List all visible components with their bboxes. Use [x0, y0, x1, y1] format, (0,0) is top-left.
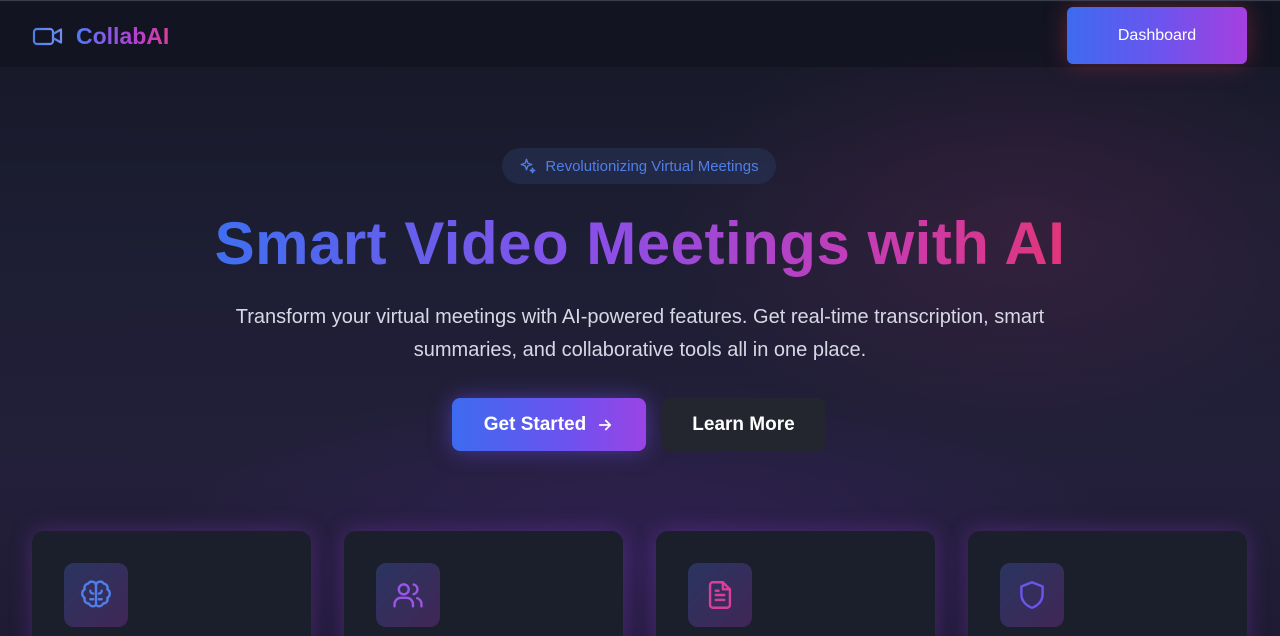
brand-name: CollabAI	[76, 22, 170, 49]
feature-card-security[interactable]	[968, 531, 1247, 636]
dashboard-button[interactable]: Dashboard	[1067, 7, 1247, 64]
hero-title-text: Smart Video Meetings with AI	[214, 210, 1066, 277]
brain-icon	[81, 580, 111, 608]
users-icon	[393, 583, 423, 608]
learn-more-button[interactable]: Learn More	[662, 398, 825, 451]
feature-icon-box	[1000, 563, 1064, 627]
hero-title: Smart Video Meetings with AI	[0, 209, 1280, 278]
top-nav: CollabAI Dashboard	[0, 2, 1280, 67]
feature-card-summaries[interactable]	[656, 531, 935, 636]
hero-subtitle: Transform your virtual meetings with AI-…	[235, 306, 1045, 361]
landing-page: CollabAI Dashboard Revolutionizing Virtu…	[0, 0, 1280, 636]
feature-card-collaboration[interactable]	[344, 531, 623, 636]
brand-logo[interactable]: CollabAI	[32, 22, 169, 50]
get-started-label: Get Started	[483, 413, 587, 435]
feature-icon-box	[64, 563, 128, 627]
hero-badge-label: Revolutionizing Virtual Meetings	[545, 157, 759, 175]
feature-icon-box	[688, 563, 752, 627]
video-camera-icon	[32, 27, 63, 46]
hero-badge: Revolutionizing Virtual Meetings	[502, 148, 776, 184]
feature-icon-box	[376, 563, 440, 627]
feature-card-ai[interactable]	[32, 531, 311, 636]
document-icon	[708, 581, 732, 609]
shield-icon	[1020, 581, 1044, 609]
arrow-right-icon	[599, 419, 612, 430]
sparkles-icon	[520, 158, 536, 174]
get-started-button[interactable]: Get Started	[452, 398, 646, 451]
